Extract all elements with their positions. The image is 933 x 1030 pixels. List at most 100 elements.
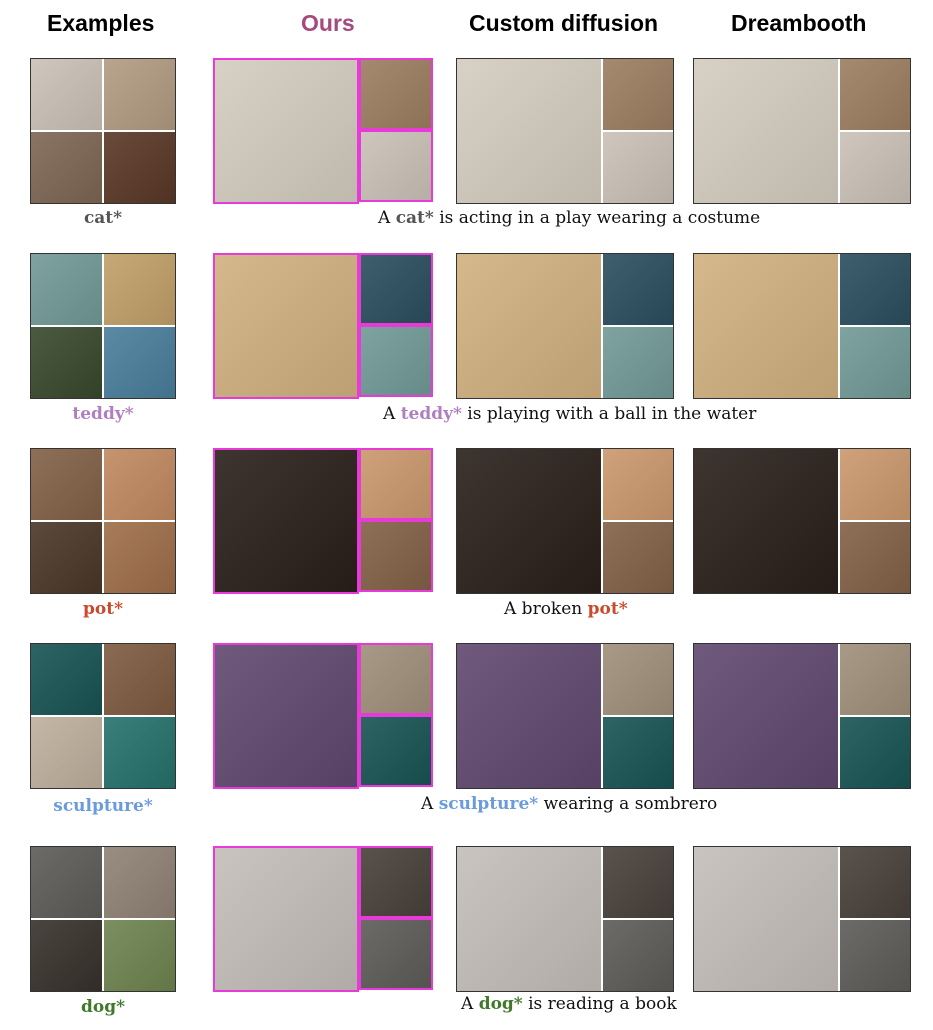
example-image — [31, 717, 102, 788]
generated-image-main — [694, 59, 838, 203]
ours-highlight-frame — [213, 448, 359, 594]
examples-image-grid — [30, 448, 176, 594]
examples-image-grid — [30, 643, 176, 789]
dreambooth-image-grid — [693, 58, 911, 204]
generated-image-small — [840, 717, 910, 788]
generated-image-small — [603, 717, 673, 788]
concept-token-label: pot* — [83, 599, 123, 619]
custom-diffusion-image-grid — [456, 253, 674, 399]
prompt-caption: A broken pot* — [504, 599, 628, 619]
generated-image-small — [603, 522, 673, 593]
example-image — [31, 327, 102, 398]
ours-image-grid — [213, 58, 433, 204]
examples-image-grid — [30, 846, 176, 992]
generated-image-main — [457, 59, 601, 203]
example-image — [104, 717, 175, 788]
example-image — [104, 449, 175, 520]
dreambooth-image-grid — [693, 253, 911, 399]
caption-suffix: is playing with a ball in the water — [461, 404, 757, 424]
caption-suffix: is reading a book — [522, 994, 677, 1014]
example-image — [104, 847, 175, 918]
example-image — [104, 132, 175, 203]
generated-image-small — [840, 327, 910, 398]
custom-diffusion-image-grid — [456, 643, 674, 789]
ours-highlight-frame — [359, 520, 433, 592]
concept-token-label: dog* — [80, 997, 126, 1017]
ours-image-grid — [213, 846, 433, 992]
examples-image-grid — [30, 58, 176, 204]
generated-image-small — [840, 132, 910, 203]
generated-image-small — [603, 847, 673, 918]
example-image — [31, 59, 102, 130]
dreambooth-image-grid — [693, 846, 911, 992]
header-ours: Ours — [301, 10, 355, 36]
caption-token: pot* — [587, 599, 628, 619]
ours-highlight-frame — [213, 846, 359, 992]
generated-image-small — [840, 920, 910, 991]
example-image — [104, 644, 175, 715]
generated-image-small — [603, 132, 673, 203]
generated-image-main — [457, 449, 601, 593]
generated-image-main — [694, 254, 838, 398]
ours-highlight-frame — [359, 846, 433, 918]
custom-diffusion-image-grid — [456, 448, 674, 594]
generated-image-small — [840, 644, 910, 715]
example-image — [31, 449, 102, 520]
concept-token-label: teddy* — [72, 404, 134, 424]
caption-token: sculpture* — [438, 794, 539, 814]
caption-token: dog* — [478, 994, 523, 1014]
generated-image-small — [840, 449, 910, 520]
generated-image-small — [603, 59, 673, 130]
header-custom-diffusion: Custom diffusion — [469, 10, 659, 36]
ours-image-grid — [213, 643, 433, 789]
dreambooth-image-grid — [693, 643, 911, 789]
ours-highlight-frame — [359, 325, 433, 397]
concept-token-label: cat* — [83, 208, 123, 228]
example-image — [104, 522, 175, 593]
prompt-caption: A sculpture* wearing a sombrero — [421, 794, 717, 814]
ours-highlight-frame — [359, 130, 433, 202]
generated-image-small — [603, 644, 673, 715]
caption-suffix: is acting in a play wearing a costume — [433, 208, 761, 228]
generated-image-small — [840, 59, 910, 130]
ours-image-grid — [213, 448, 433, 594]
ours-highlight-frame — [359, 918, 433, 990]
generated-image-small — [603, 449, 673, 520]
generated-image-main — [457, 254, 601, 398]
example-image — [31, 847, 102, 918]
header-dreambooth: Dreambooth — [731, 10, 867, 36]
prompt-caption: A teddy* is playing with a ball in the w… — [383, 404, 756, 424]
ours-highlight-frame — [359, 715, 433, 787]
generated-image-small — [603, 254, 673, 325]
caption-suffix: wearing a sombrero — [538, 794, 718, 814]
generated-image-main — [694, 847, 838, 991]
example-image — [104, 920, 175, 991]
ours-highlight-frame — [359, 253, 433, 325]
caption-token: teddy* — [400, 404, 462, 424]
generated-image-small — [840, 254, 910, 325]
caption-prefix: A — [378, 208, 396, 228]
prompt-caption: A cat* is acting in a play wearing a cos… — [378, 208, 760, 228]
example-image — [31, 132, 102, 203]
example-image — [31, 254, 102, 325]
custom-diffusion-image-grid — [456, 846, 674, 992]
generated-image-main — [457, 847, 601, 991]
ours-highlight-frame — [359, 643, 433, 715]
example-image — [104, 254, 175, 325]
examples-image-grid — [30, 253, 176, 399]
caption-prefix: A broken — [504, 599, 588, 619]
caption-token: cat* — [395, 208, 434, 228]
prompt-caption: A dog* is reading a book — [461, 994, 677, 1014]
example-image — [31, 644, 102, 715]
ours-highlight-frame — [359, 58, 433, 130]
ours-image-grid — [213, 253, 433, 399]
example-image — [104, 327, 175, 398]
ours-highlight-frame — [213, 253, 359, 399]
generated-image-small — [603, 920, 673, 991]
example-image — [31, 522, 102, 593]
caption-prefix: A — [383, 404, 401, 424]
header-examples: Examples — [47, 10, 155, 36]
generated-image-small — [603, 327, 673, 398]
caption-prefix: A — [461, 994, 479, 1014]
example-image — [104, 59, 175, 130]
